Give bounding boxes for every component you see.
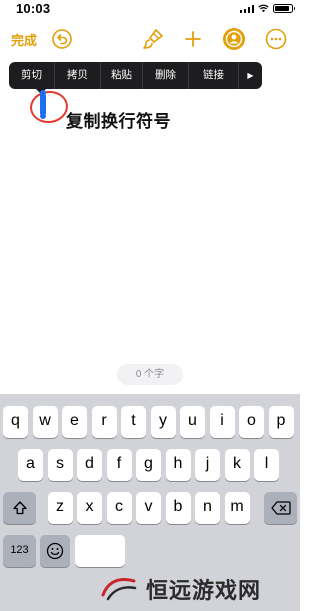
key-c[interactable]: c — [106, 492, 132, 524]
wifi-icon — [258, 4, 269, 13]
watermark-logo-icon — [101, 577, 137, 600]
key-e[interactable]: e — [62, 406, 87, 438]
key-g[interactable]: g — [136, 449, 161, 481]
key-q[interactable]: q — [3, 406, 28, 438]
key-r[interactable]: r — [91, 406, 117, 438]
key-n[interactable]: n — [195, 492, 220, 524]
key-a[interactable]: a — [18, 449, 43, 481]
add-icon[interactable] — [181, 27, 205, 51]
key-w[interactable]: w — [32, 406, 58, 438]
key-m[interactable]: m — [224, 492, 250, 524]
space-key[interactable] — [75, 535, 125, 567]
status-bar: 10:03 — [0, 0, 300, 20]
undo-icon[interactable] — [50, 27, 74, 51]
menu-item-paste[interactable]: 粘贴 — [101, 62, 143, 89]
backspace-icon — [270, 501, 291, 515]
menu-item-delete[interactable]: 删除 — [143, 62, 189, 89]
key-d[interactable]: d — [77, 449, 102, 481]
annotation-text: 复制换行符号 — [66, 112, 171, 131]
key-v[interactable]: v — [136, 492, 161, 524]
key-b[interactable]: b — [165, 492, 191, 524]
key-y[interactable]: y — [150, 406, 176, 438]
key-p[interactable]: p — [268, 406, 294, 438]
chevron-right-icon: ▶ — [247, 71, 254, 80]
status-time: 10:03 — [16, 1, 51, 16]
markup-brush-icon[interactable] — [141, 27, 165, 51]
cellular-signal-icon — [239, 5, 254, 13]
done-button[interactable]: 完成 — [11, 30, 37, 49]
selected-newline-highlight — [40, 95, 46, 114]
selection-handle-start[interactable] — [40, 90, 46, 96]
annotation-circle — [28, 89, 70, 125]
collaborate-person-icon[interactable] — [222, 27, 246, 51]
shift-key[interactable] — [3, 492, 36, 524]
watermark-text: 恒远游戏网 — [146, 577, 262, 604]
menu-item-link[interactable]: 链接 — [189, 62, 239, 89]
watermark: 恒远游戏网 — [100, 566, 300, 611]
delete-key[interactable] — [264, 492, 297, 524]
key-t[interactable]: t — [121, 406, 146, 438]
key-h[interactable]: h — [165, 449, 191, 481]
word-count-badge: 0 个字 — [117, 364, 183, 385]
numbers-key[interactable]: 123 — [3, 535, 36, 567]
emoji-key[interactable] — [40, 535, 70, 567]
shift-icon — [12, 501, 27, 515]
key-x[interactable]: x — [77, 492, 102, 524]
key-l[interactable]: l — [254, 449, 279, 481]
menu-more-arrow[interactable]: ▶ — [239, 62, 262, 89]
key-i[interactable]: i — [209, 406, 235, 438]
notes-toolbar: 完成 — [0, 22, 300, 56]
key-z[interactable]: z — [47, 492, 73, 524]
key-f[interactable]: f — [106, 449, 132, 481]
more-options-icon[interactable] — [264, 27, 288, 51]
menu-item-cut[interactable]: 剪切 — [9, 62, 55, 89]
key-j[interactable]: j — [195, 449, 220, 481]
selection-handle-end[interactable] — [40, 113, 46, 119]
emoji-icon — [46, 542, 64, 560]
edit-context-menu: 剪切 拷贝 粘贴 删除 链接 ▶ — [9, 62, 262, 89]
key-k[interactable]: k — [224, 449, 250, 481]
key-o[interactable]: o — [239, 406, 264, 438]
menu-item-copy[interactable]: 拷贝 — [55, 62, 101, 89]
battery-icon — [273, 4, 295, 13]
key-s[interactable]: s — [47, 449, 73, 481]
key-u[interactable]: u — [180, 406, 205, 438]
